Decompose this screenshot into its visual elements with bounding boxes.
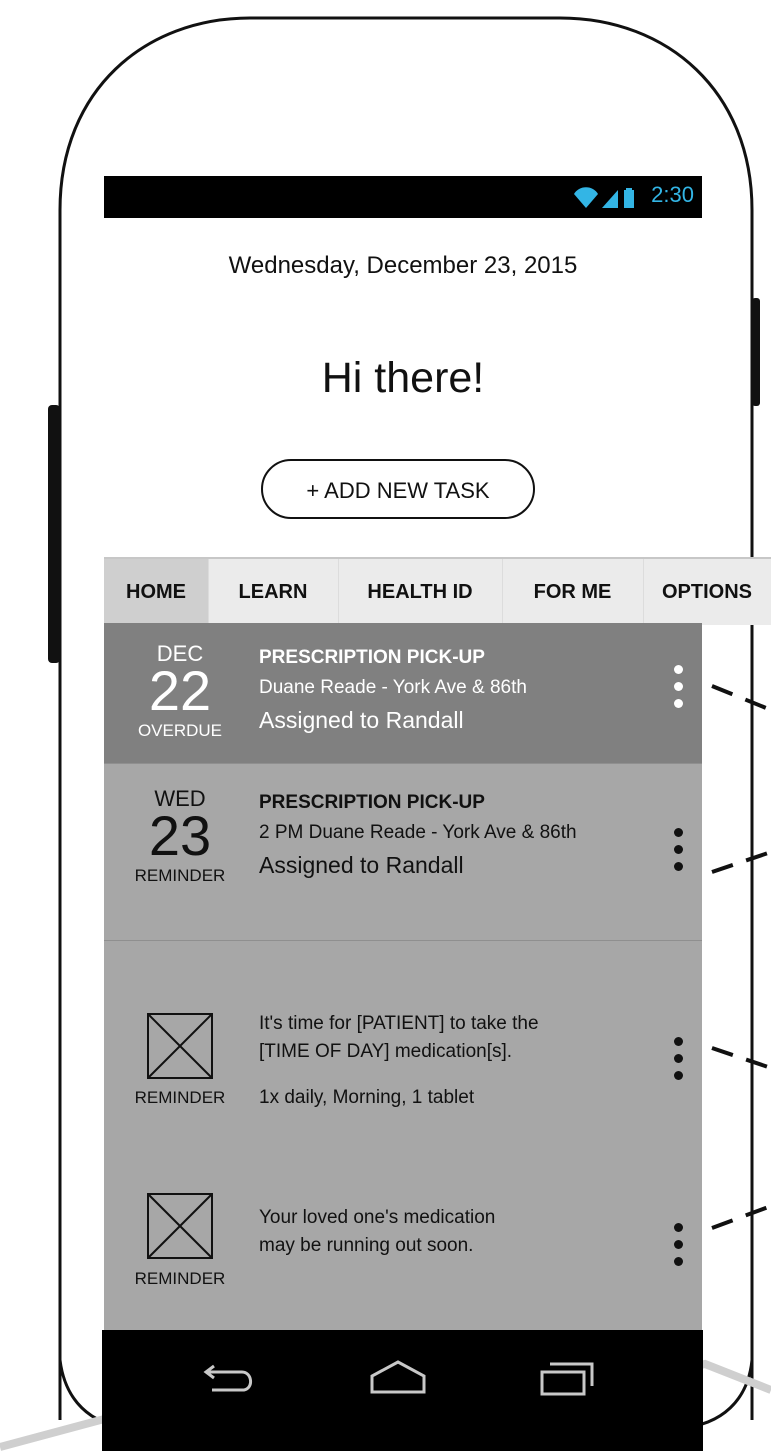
card-title: PRESCRIPTION PICK-UP <box>259 647 485 668</box>
image-placeholder-icon <box>147 1193 213 1259</box>
tab-bar: HOME LEARN HEALTH ID FOR ME OPTIONS <box>104 557 771 625</box>
medication-reminder-card[interactable]: REMINDER It's time for [PATIENT] to take… <box>104 941 702 1114</box>
refill-reminder-card[interactable]: REMINDER Your loved one's medication may… <box>104 1113 702 1333</box>
card-status-tag: REMINDER <box>134 1269 226 1288</box>
power-button <box>752 298 760 406</box>
card-title: PRESCRIPTION PICK-UP <box>259 792 485 813</box>
card-location: Duane Reade - York Ave & 86th <box>259 677 527 698</box>
tab-learn[interactable]: LEARN <box>208 559 339 625</box>
card-day: 22 <box>148 659 212 722</box>
card-status-tag: REMINDER <box>134 866 226 885</box>
more-options-icon[interactable] <box>668 1223 688 1279</box>
signal-icon <box>602 190 618 208</box>
more-options-icon[interactable] <box>668 665 688 721</box>
volume-button <box>48 405 60 663</box>
card-message-line2: [TIME OF DAY] medication[s]. <box>259 1041 513 1062</box>
date-heading: Wednesday, December 23, 2015 <box>228 252 578 279</box>
card-assignee: Assigned to Randall <box>259 852 464 878</box>
more-options-icon[interactable] <box>668 1037 688 1093</box>
phone-screen: 2:30 Wednesday, December 23, 2015 Hi the… <box>104 176 771 1446</box>
task-card-reminder[interactable]: WED 23 REMINDER PRESCRIPTION PICK-UP 2 P… <box>104 764 702 941</box>
add-new-task-button[interactable]: + ADD NEW TASK <box>261 459 535 519</box>
image-placeholder-icon <box>147 1013 213 1079</box>
home-icon[interactable] <box>368 1358 428 1398</box>
tab-for-me[interactable]: FOR ME <box>502 559 644 625</box>
greeting-heading: Hi there! <box>321 354 485 402</box>
more-options-icon[interactable] <box>668 828 688 884</box>
card-location: 2 PM Duane Reade - York Ave & 86th <box>259 822 577 843</box>
task-card-overdue[interactable]: DEC 22 OVERDUE PRESCRIPTION PICK-UP Duan… <box>104 623 702 764</box>
wifi-icon <box>574 187 598 208</box>
tab-options[interactable]: OPTIONS <box>643 559 771 625</box>
card-status-tag: REMINDER <box>134 1088 226 1107</box>
card-message-line2: may be running out soon. <box>259 1235 474 1256</box>
tab-health-id[interactable]: HEALTH ID <box>338 559 503 625</box>
card-message-line1: Your loved one's medication <box>259 1207 496 1228</box>
back-icon[interactable] <box>200 1358 260 1398</box>
recents-icon[interactable] <box>536 1358 596 1398</box>
status-icons <box>574 187 634 208</box>
card-assignee: Assigned to Randall <box>259 707 464 733</box>
status-bar: 2:30 <box>104 176 702 218</box>
card-message-line1: It's time for [PATIENT] to take the <box>259 1013 539 1034</box>
card-day: 23 <box>148 804 212 867</box>
card-schedule: 1x daily, Morning, 1 tablet <box>259 1087 475 1108</box>
card-status-tag: OVERDUE <box>137 721 223 740</box>
tab-home[interactable]: HOME <box>104 559 209 625</box>
status-time: 2:30 <box>651 182 694 207</box>
battery-icon <box>624 188 634 208</box>
navigation-bar <box>102 1330 703 1451</box>
